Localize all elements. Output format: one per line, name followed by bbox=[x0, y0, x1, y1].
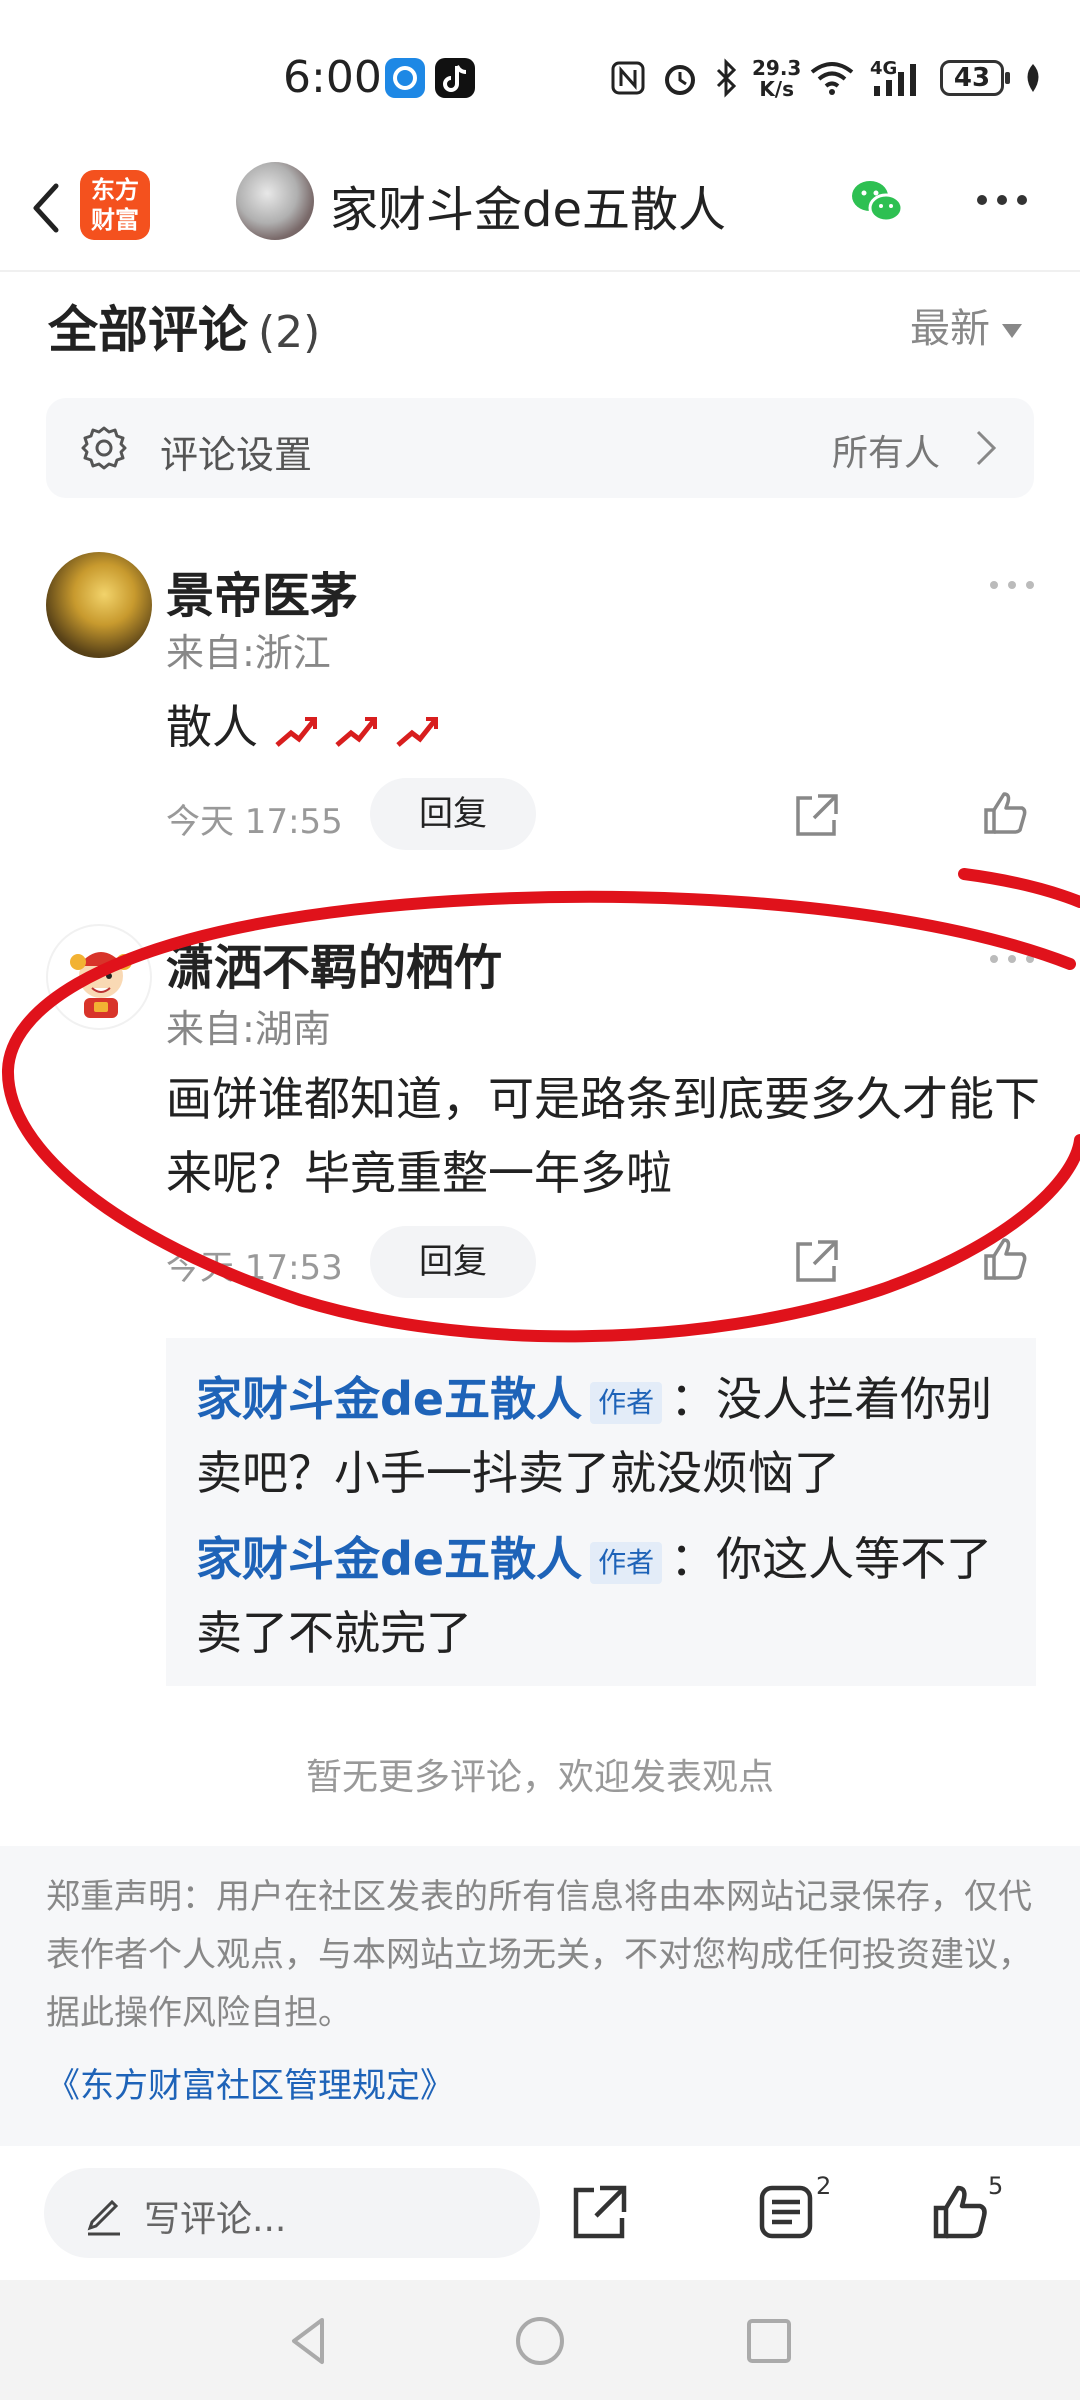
avatar[interactable] bbox=[46, 552, 152, 658]
sort-label: 最新 bbox=[910, 306, 990, 352]
net-speed-value: 29.3 bbox=[752, 56, 802, 80]
comment-timestamp: 今天 17:53 bbox=[166, 1248, 343, 1288]
net-speed: 29.3 K/s bbox=[752, 58, 801, 100]
comment-text-content: 散人 bbox=[166, 700, 258, 754]
more-options-icon[interactable] bbox=[974, 190, 1030, 210]
comment-input[interactable]: 写评论... bbox=[44, 2168, 540, 2258]
reply-item[interactable]: 家财斗金de五散人 作者 ：你这人等不了卖了不就完了 bbox=[196, 1522, 1016, 1670]
comment-count: (2) bbox=[258, 307, 321, 358]
back-arrow-icon[interactable] bbox=[26, 178, 66, 238]
battery-indicator: 43 bbox=[940, 60, 1010, 96]
trend-up-icon bbox=[396, 716, 438, 747]
comments-section-title: 全部评论 (2) bbox=[48, 290, 320, 362]
share-icon[interactable] bbox=[792, 1236, 842, 1286]
no-more-comments: 暂无更多评论，欢迎发表观点 bbox=[305, 1757, 774, 1798]
reply-author[interactable]: 家财斗金de五散人 bbox=[196, 1372, 582, 1426]
reply-thread: 家财斗金de五散人 作者 ：没人拦着你别卖吧？小手一抖卖了就没烦恼了 家财斗金de五… bbox=[166, 1338, 1036, 1686]
bottom-action-bar: 写评论... 2 5 bbox=[0, 2146, 1080, 2280]
community-rules-link[interactable]: 《东方财富社区管理规定》 bbox=[46, 2058, 454, 2107]
author-badge: 作者 bbox=[590, 1541, 663, 1584]
disclaimer-text: 郑重声明：用户在社区发表的所有信息将由本网站记录保存，仅代表作者个人观点，与本网… bbox=[46, 1877, 1032, 2033]
gear-icon bbox=[81, 426, 127, 470]
reply-button[interactable]: 回复 bbox=[370, 778, 536, 850]
like-icon[interactable] bbox=[980, 1234, 1030, 1284]
comment-more-icon[interactable] bbox=[988, 578, 1036, 592]
pen-icon bbox=[87, 2199, 120, 2236]
comments-badge: 2 bbox=[816, 2172, 832, 2200]
alarm-icon bbox=[665, 65, 695, 95]
bluetooth-icon bbox=[716, 58, 737, 98]
disclaimer-panel: 郑重声明：用户在社区发表的所有信息将由本网站记录保存，仅代表作者个人观点，与本网… bbox=[0, 1846, 1080, 2146]
settings-value: 所有人 bbox=[832, 433, 941, 474]
trend-up-icon bbox=[335, 716, 378, 747]
nfc-icon bbox=[611, 61, 645, 95]
comment-settings-row[interactable]: 评论设置 所有人 bbox=[46, 398, 1034, 498]
channel-title[interactable]: 家财斗金de五散人 bbox=[330, 170, 726, 240]
nav-back-icon[interactable] bbox=[282, 2314, 336, 2368]
comment-location: 来自:浙江 bbox=[166, 631, 331, 675]
cartoon-avatar-image bbox=[70, 952, 132, 1018]
trend-up-icon bbox=[274, 716, 317, 747]
channel-avatar[interactable] bbox=[236, 162, 314, 240]
signal-icon bbox=[874, 64, 916, 96]
comment-username[interactable]: 景帝医茅 bbox=[166, 556, 358, 626]
system-nav-bar bbox=[0, 2280, 1080, 2400]
logo-text-top: 东方 bbox=[91, 176, 139, 204]
comment-text: 画饼谁都知道，可是路条到底要多久才能下来呢？毕竟重整一年多啦 bbox=[166, 1072, 1040, 1200]
share-icon[interactable] bbox=[792, 790, 842, 840]
share-icon[interactable] bbox=[570, 2182, 630, 2242]
author-badge: 作者 bbox=[590, 1381, 663, 1424]
nav-recents-icon[interactable] bbox=[742, 2314, 796, 2368]
likes-badge: 5 bbox=[988, 2172, 1004, 2200]
net-speed-unit: K/s bbox=[759, 77, 795, 101]
app-header: 东方 财富 家财斗金de五散人 bbox=[0, 150, 1080, 272]
settings-label: 评论设置 bbox=[160, 433, 313, 477]
leaf-icon bbox=[1027, 64, 1039, 92]
tiktok-icon bbox=[435, 58, 475, 98]
comment-username[interactable]: 潇洒不羁的栖竹 bbox=[166, 928, 502, 998]
eastmoney-logo[interactable]: 东方 财富 bbox=[80, 170, 150, 240]
caret-down-icon bbox=[1002, 324, 1022, 338]
logo-text-bottom: 财富 bbox=[91, 206, 139, 234]
comment-more-icon[interactable] bbox=[988, 952, 1036, 966]
chevron-right-icon bbox=[976, 430, 997, 466]
wifi-icon bbox=[810, 62, 854, 95]
section-title-text: 全部评论 bbox=[48, 301, 248, 359]
status-time: 6:00 bbox=[283, 52, 382, 103]
sort-dropdown[interactable]: 最新 bbox=[910, 296, 1022, 354]
comments-list-icon[interactable] bbox=[756, 2182, 816, 2242]
wechat-share-icon[interactable] bbox=[848, 172, 906, 230]
comment-location: 来自:湖南 bbox=[166, 1007, 331, 1051]
comment-text: 散人 bbox=[166, 690, 440, 764]
browser-app-icon bbox=[385, 58, 425, 98]
nav-home-icon[interactable] bbox=[513, 2314, 567, 2368]
like-icon[interactable] bbox=[980, 788, 1030, 838]
reply-author[interactable]: 家财斗金de五散人 bbox=[196, 1532, 582, 1586]
reply-button[interactable]: 回复 bbox=[370, 1226, 536, 1298]
comment-timestamp: 今天 17:55 bbox=[166, 802, 343, 842]
status-bar: 6:00 29.3 K/s 4G 43 bbox=[0, 0, 1080, 150]
like-icon[interactable] bbox=[930, 2182, 990, 2242]
avatar[interactable] bbox=[46, 924, 152, 1030]
reply-item[interactable]: 家财斗金de五散人 作者 ：没人拦着你别卖吧？小手一抖卖了就没烦恼了 bbox=[196, 1362, 1016, 1510]
comment-placeholder: 写评论... bbox=[144, 2199, 287, 2240]
